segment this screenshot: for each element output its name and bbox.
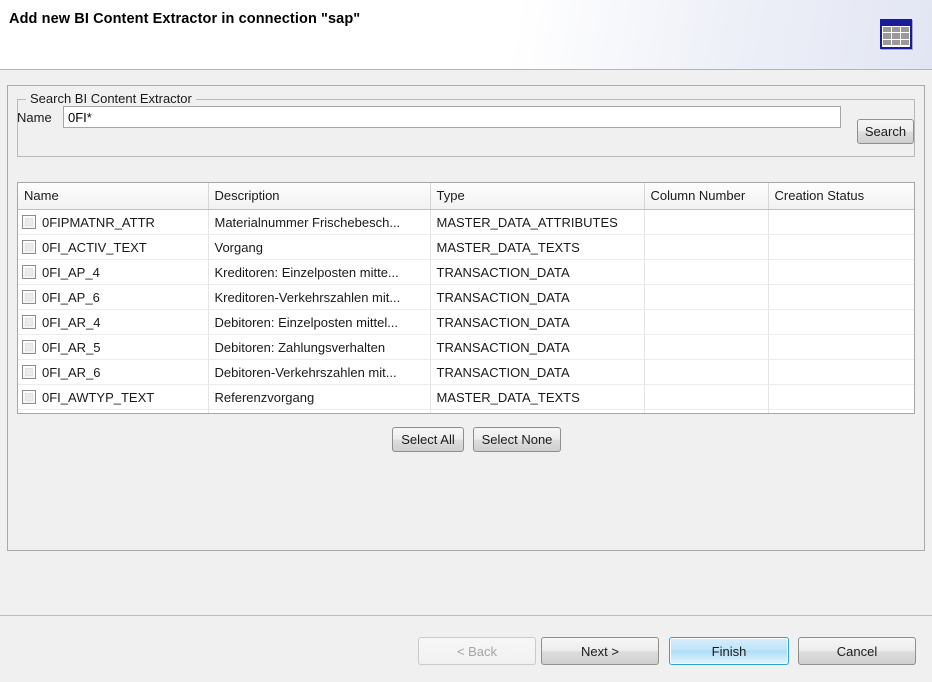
cell-creation-status — [768, 410, 914, 415]
cell-name: 0FI_AP_4 — [18, 260, 208, 285]
cell-name: 0FI_AR_6 — [18, 360, 208, 385]
table-row[interactable]: 0FI_DOCSTAT_TEXTText PostenstatusMASTER_… — [18, 410, 914, 415]
column-header-type[interactable]: Type — [430, 183, 644, 210]
row-checkbox[interactable] — [22, 390, 36, 404]
wizard-footer: < Back Next > Finish Cancel — [0, 616, 932, 682]
cell-description: Materialnummer Frischebesch... — [208, 210, 430, 235]
cell-column-number — [644, 235, 768, 260]
cell-type: TRANSACTION_DATA — [430, 260, 644, 285]
table-row[interactable]: 0FIPMATNR_ATTR Materialnummer Frischebesc… — [18, 210, 914, 235]
cell-creation-status — [768, 210, 914, 235]
table-row[interactable]: 0FI_AR_4 Debitoren: Einzelposten mittel..… — [18, 310, 914, 335]
cell-type: TRANSACTION_DATA — [430, 285, 644, 310]
cell-type: TRANSACTION_DATA — [430, 310, 644, 335]
cell-creation-status — [768, 310, 914, 335]
page-title: Add new BI Content Extractor in connecti… — [9, 11, 360, 27]
table-row[interactable]: 0FI_AP_6 Kreditoren-Verkehrszahlen mit...… — [18, 285, 914, 310]
cell-creation-status — [768, 360, 914, 385]
column-header-description[interactable]: Description — [208, 183, 430, 210]
cell-type: MASTER_DATA_TEXTS — [430, 235, 644, 260]
cell-name: 0FI_AWTYP_TEXT — [18, 385, 208, 410]
extractor-name: 0FI_AR_5 — [42, 340, 101, 355]
extractor-results-table[interactable]: Name Description Type Column Number Crea… — [17, 182, 915, 414]
extractor-name: 0FI_AP_4 — [42, 265, 100, 280]
cell-column-number — [644, 410, 768, 415]
next-button[interactable]: Next > — [541, 637, 659, 665]
cell-description: Vorgang — [208, 235, 430, 260]
extractor-name: 0FI_AR_6 — [42, 365, 101, 380]
extractor-name: 0FI_ACTIV_TEXT — [42, 240, 147, 255]
cell-column-number — [644, 285, 768, 310]
row-checkbox[interactable] — [22, 215, 36, 229]
table-header-row: Name Description Type Column Number Crea… — [18, 183, 914, 210]
column-header-name[interactable]: Name — [18, 183, 208, 210]
cell-column-number — [644, 310, 768, 335]
cell-column-number — [644, 360, 768, 385]
extractor-name: 0FI_AP_6 — [42, 290, 100, 305]
cell-description: Debitoren-Verkehrszahlen mit... — [208, 360, 430, 385]
cell-name: 0FI_AR_5 — [18, 335, 208, 360]
cell-name: 0FI_AP_6 — [18, 285, 208, 310]
column-header-column-number[interactable]: Column Number — [644, 183, 768, 210]
table-row[interactable]: 0FI_AR_5 Debitoren: ZahlungsverhaltenTRAN… — [18, 335, 914, 360]
cell-description: Text Postenstatus — [208, 410, 430, 415]
name-label: Name — [17, 110, 52, 125]
cell-type: MASTER_DATA_TEXTS — [430, 385, 644, 410]
column-header-creation-status[interactable]: Creation Status — [768, 183, 914, 210]
back-button[interactable]: < Back — [418, 637, 536, 665]
cell-column-number — [644, 335, 768, 360]
extractor-name: 0FI_AWTYP_TEXT — [42, 390, 154, 405]
table-row[interactable]: 0FI_AP_4 Kreditoren: Einzelposten mitte..… — [18, 260, 914, 285]
extractor-name: 0FIPMATNR_ATTR — [42, 215, 155, 230]
cell-description: Kreditoren: Einzelposten mitte... — [208, 260, 430, 285]
select-none-button[interactable]: Select None — [473, 427, 561, 452]
cell-type: TRANSACTION_DATA — [430, 360, 644, 385]
cell-creation-status — [768, 260, 914, 285]
row-checkbox[interactable] — [22, 290, 36, 304]
cancel-button[interactable]: Cancel — [798, 637, 916, 665]
cell-name: 0FI_DOCSTAT_TEXT — [18, 410, 208, 415]
content-panel: Search BI Content Extractor Name Search … — [7, 85, 925, 551]
row-checkbox[interactable] — [22, 315, 36, 329]
cell-type: TRANSACTION_DATA — [430, 335, 644, 360]
search-groupbox-label: Search BI Content Extractor — [26, 91, 196, 106]
cell-creation-status — [768, 285, 914, 310]
table-row[interactable]: 0FI_AR_6 Debitoren-Verkehrszahlen mit...T… — [18, 360, 914, 385]
row-checkbox[interactable] — [22, 340, 36, 354]
cell-column-number — [644, 210, 768, 235]
table-grid-icon — [877, 15, 915, 53]
row-checkbox[interactable] — [22, 265, 36, 279]
cell-type: MASTER_DATA_TEXTS — [430, 410, 644, 415]
cell-description: Referenzvorgang — [208, 385, 430, 410]
cell-description: Debitoren: Zahlungsverhalten — [208, 335, 430, 360]
table-row[interactable]: 0FI_AWTYP_TEXT ReferenzvorgangMASTER_DATA… — [18, 385, 914, 410]
cell-creation-status — [768, 235, 914, 260]
extractor-name: 0FI_AR_4 — [42, 315, 101, 330]
cell-name: 0FI_ACTIV_TEXT — [18, 235, 208, 260]
cell-description: Debitoren: Einzelposten mittel... — [208, 310, 430, 335]
name-input[interactable] — [63, 106, 841, 128]
cell-name: 0FI_AR_4 — [18, 310, 208, 335]
cell-creation-status — [768, 385, 914, 410]
table-body: 0FIPMATNR_ATTR Materialnummer Frischebesc… — [18, 210, 914, 415]
cell-name: 0FIPMATNR_ATTR — [18, 210, 208, 235]
search-button[interactable]: Search — [857, 119, 914, 144]
cell-type: MASTER_DATA_ATTRIBUTES — [430, 210, 644, 235]
finish-button[interactable]: Finish — [669, 637, 789, 665]
cell-column-number — [644, 260, 768, 285]
wizard-header: Add new BI Content Extractor in connecti… — [0, 0, 932, 70]
table-row[interactable]: 0FI_ACTIV_TEXT VorgangMASTER_DATA_TEXTS — [18, 235, 914, 260]
row-checkbox[interactable] — [22, 365, 36, 379]
cell-column-number — [644, 385, 768, 410]
select-all-button[interactable]: Select All — [392, 427, 464, 452]
row-checkbox[interactable] — [22, 240, 36, 254]
cell-creation-status — [768, 335, 914, 360]
cell-description: Kreditoren-Verkehrszahlen mit... — [208, 285, 430, 310]
